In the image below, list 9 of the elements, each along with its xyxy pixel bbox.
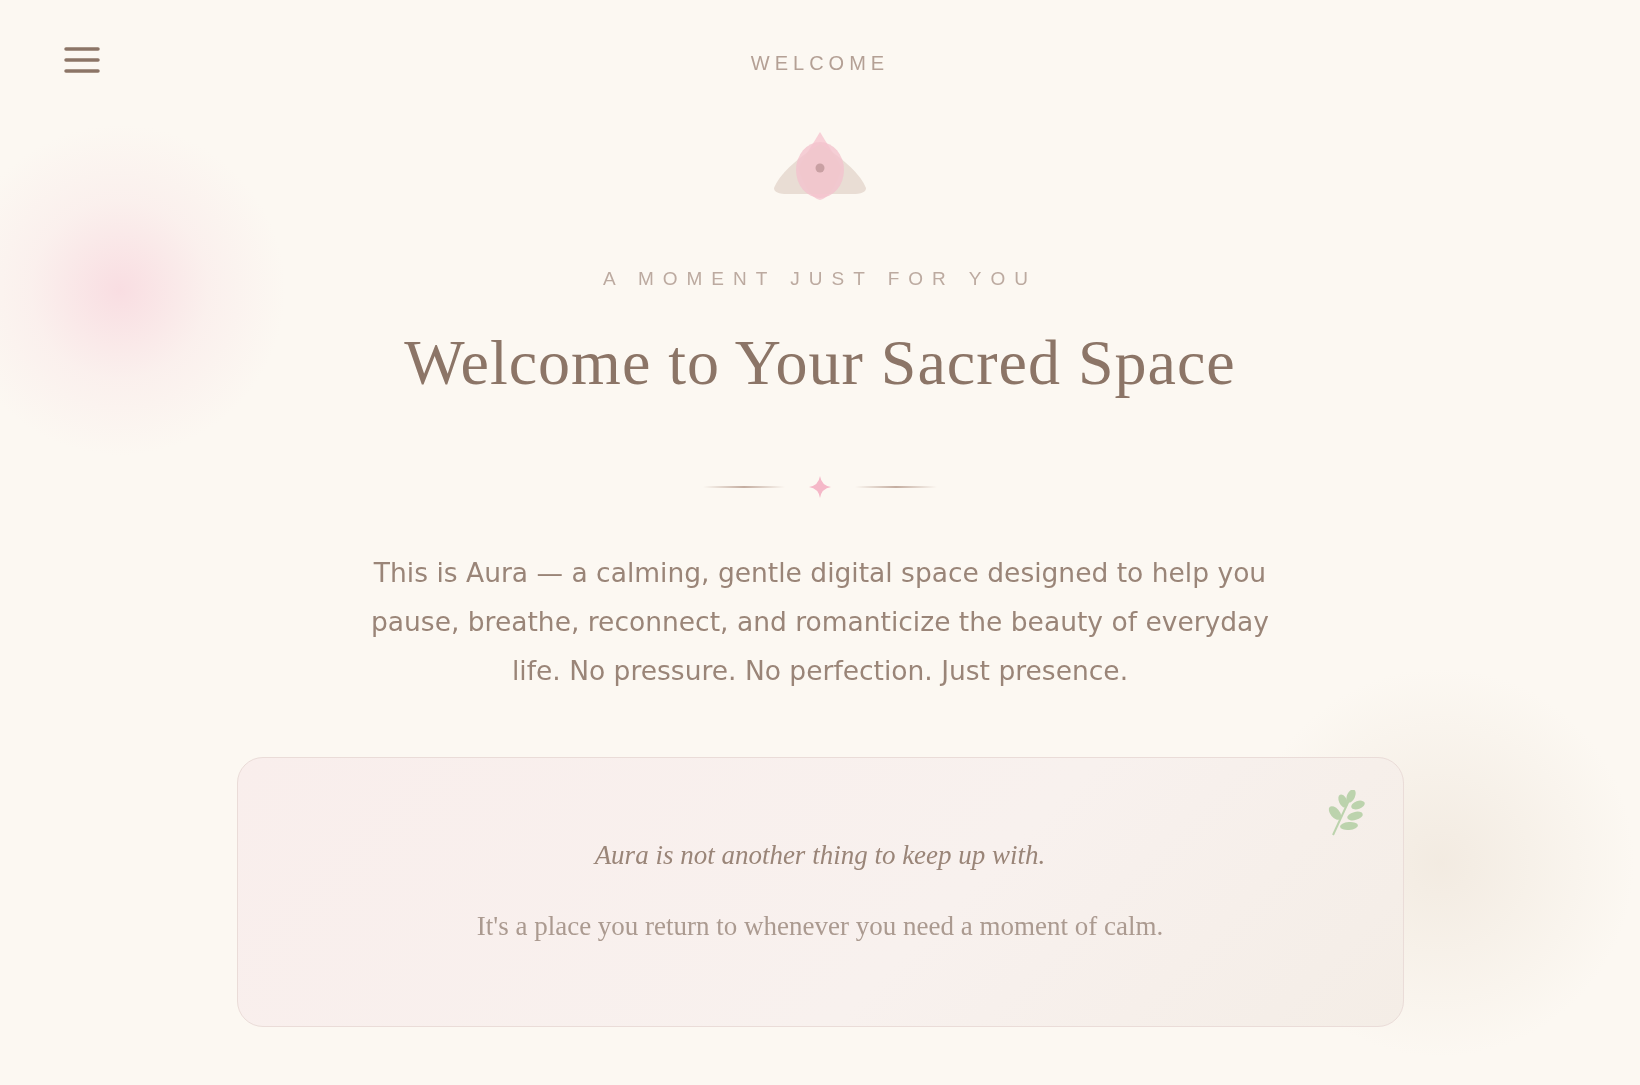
menu-icon: [64, 46, 100, 74]
sparkle-icon: [809, 476, 831, 498]
card-text: It's a place you return to whenever you need a moment of calm.: [476, 911, 1164, 942]
main-heading: Welcome to Your Sacred Space: [404, 326, 1236, 400]
menu-button[interactable]: [62, 44, 102, 76]
page-title: WELCOME: [750, 51, 890, 75]
tagline: A MOMENT JUST FOR YOU: [603, 268, 1037, 290]
intro-paragraph: This is Aura — a calming, gentle digital space designed to help you pause, breathe, reconnect, and romanticize the beauty of everyday life. No pressure. No perfection. Just presence.: [369, 556, 1271, 688]
card-lead-text: Aura is not another thing to keep up with.: [594, 840, 1046, 871]
